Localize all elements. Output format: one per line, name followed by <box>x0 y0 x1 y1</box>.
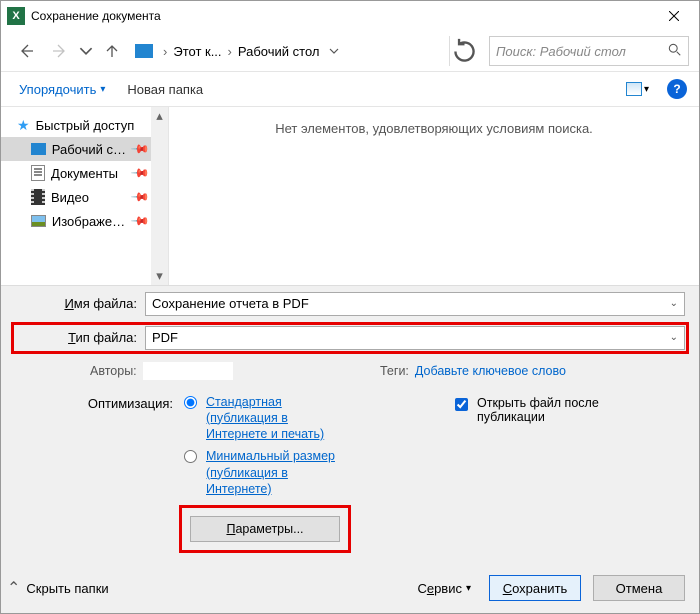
nav-recent-button[interactable] <box>79 36 93 66</box>
tree-desktop[interactable]: Рабочий стол 📌 <box>1 137 168 161</box>
empty-message: Нет элементов, удовлетворяющих условиям … <box>275 121 593 136</box>
view-icon <box>626 82 642 96</box>
star-icon: ★ <box>17 117 30 134</box>
chevron-right-icon: › <box>224 44 236 59</box>
app-icon-excel: X <box>7 7 25 25</box>
folder-tree: ▴ ▾ ★ Быстрый доступ Рабочий стол 📌 Доку… <box>1 107 169 285</box>
chevron-right-icon: › <box>159 44 171 59</box>
view-options-button[interactable]: ▾ <box>626 82 649 96</box>
parameters-button[interactable]: Параметры... <box>190 516 340 542</box>
optimize-standard-label[interactable]: Стандартная (публикация в Интернете и пе… <box>206 394 351 443</box>
tree-video[interactable]: Видео 📌 <box>1 185 168 209</box>
nav-up-button[interactable] <box>97 36 127 66</box>
breadcrumb-segment-pc[interactable]: Этот к... <box>173 44 221 59</box>
open-after-checkbox[interactable] <box>455 398 468 411</box>
optimize-minimal-radio[interactable] <box>184 450 197 463</box>
help-button[interactable]: ? <box>667 79 687 99</box>
tags-label: Теги: <box>380 364 409 378</box>
chevron-down-icon: ▾ <box>466 583 471 594</box>
tree-quick-access[interactable]: ★ Быстрый доступ <box>1 113 168 137</box>
tags-add-link[interactable]: Добавьте ключевое слово <box>415 364 566 378</box>
highlight-parameters: Параметры... <box>179 505 351 553</box>
organize-menu[interactable]: Упорядочить ▾ <box>13 78 111 101</box>
desktop-icon <box>31 143 46 155</box>
filename-input[interactable]: Сохранение отчета в PDF ⌄ <box>145 292 685 316</box>
file-list-area: Нет элементов, удовлетворяющих условиям … <box>169 107 699 285</box>
breadcrumb-dropdown[interactable] <box>321 46 347 56</box>
window-title: Сохранение документа <box>31 9 651 23</box>
refresh-button[interactable] <box>449 36 479 66</box>
documents-icon <box>31 165 45 181</box>
cancel-button[interactable]: Отмена <box>593 575 685 601</box>
scroll-up-button[interactable]: ▴ <box>151 107 168 124</box>
filetype-select[interactable]: PDF ⌄ <box>145 326 685 350</box>
new-folder-button[interactable]: Новая папка <box>127 82 203 97</box>
video-icon <box>31 189 45 205</box>
images-icon <box>31 215 46 227</box>
breadcrumb-segment-desktop[interactable]: Рабочий стол <box>238 44 320 59</box>
highlight-filetype: Тип файла: PDF ⌄ <box>11 322 689 354</box>
breadcrumb[interactable]: › Этот к... › Рабочий стол <box>131 36 445 66</box>
chevron-up-icon: ⌃ <box>7 578 20 598</box>
search-icon <box>668 43 682 60</box>
search-input[interactable]: Поиск: Рабочий стол <box>489 36 689 66</box>
authors-label: Авторы: <box>90 364 137 378</box>
tree-documents[interactable]: Документы 📌 <box>1 161 168 185</box>
authors-value[interactable] <box>143 362 233 380</box>
pin-icon: 📌 <box>130 139 150 159</box>
scroll-down-button[interactable]: ▾ <box>151 268 168 285</box>
this-pc-icon <box>135 44 153 58</box>
search-placeholder: Поиск: Рабочий стол <box>496 44 668 59</box>
open-after-label[interactable]: Открыть файл после публикации <box>477 396 637 424</box>
chevron-down-icon: ▾ <box>100 84 105 95</box>
nav-back-button[interactable] <box>11 36 41 66</box>
chevron-down-icon: ⌄ <box>670 298 678 309</box>
optimize-minimal-label[interactable]: Минимальный размер (публикация в Интерне… <box>206 448 351 497</box>
hide-folders-toggle[interactable]: ⌃ Скрыть папки <box>7 578 109 598</box>
filename-label: Имя файла: <box>15 296 145 311</box>
pin-icon: 📌 <box>130 211 150 231</box>
chevron-down-icon: ▾ <box>644 84 649 95</box>
pin-icon: 📌 <box>130 187 150 207</box>
optimize-standard-radio[interactable] <box>184 396 197 409</box>
nav-forward-button[interactable] <box>45 36 75 66</box>
filetype-label: Тип файла: <box>15 330 145 345</box>
optimize-label: Оптимизация: <box>55 394 179 504</box>
pin-icon: 📌 <box>130 163 150 183</box>
scrollbar[interactable] <box>151 107 168 285</box>
chevron-down-icon: ⌄ <box>670 332 678 343</box>
tools-menu[interactable]: Сервис ▾ <box>411 581 477 596</box>
save-button[interactable]: Сохранить <box>489 575 581 601</box>
tree-images[interactable]: Изображения 📌 <box>1 209 168 233</box>
window-close-button[interactable] <box>651 1 697 31</box>
